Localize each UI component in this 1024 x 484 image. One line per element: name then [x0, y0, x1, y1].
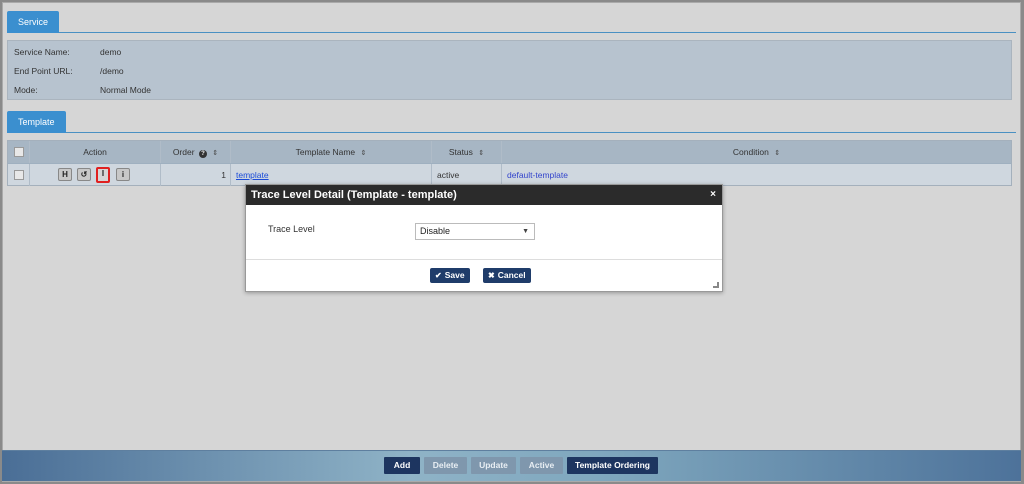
endpoint-url-value: /demo: [100, 66, 124, 76]
header-condition-label: Condition: [732, 147, 769, 157]
row-condition-cell: default-template: [502, 164, 1011, 186]
grid-header-row: Action Order ? ⇕ Template Name ⇕ Status …: [8, 141, 1011, 163]
tab-template[interactable]: Template: [7, 111, 66, 133]
header-order[interactable]: Order ? ⇕: [161, 141, 231, 163]
template-ordering-button[interactable]: Template Ordering: [567, 457, 658, 474]
row-status-value: active: [437, 170, 460, 180]
add-button[interactable]: Add: [384, 457, 420, 474]
header-action: Action: [30, 141, 161, 163]
app-frame: Service Service Name: demo End Point URL…: [2, 2, 1021, 482]
sort-icon: ⇕: [360, 150, 367, 157]
endpoint-url-label: End Point URL:: [14, 66, 73, 76]
trace-level-label: Trace Level: [268, 224, 315, 234]
row-checkbox[interactable]: [14, 170, 24, 180]
sort-icon: ⇕: [478, 150, 485, 157]
trace-level-select[interactable]: Disable ▼: [415, 223, 535, 240]
save-label: Save: [444, 270, 465, 280]
dialog-title: Trace Level Detail (Template - template): [251, 189, 457, 201]
trace-level-selected-value: Disable: [420, 226, 451, 236]
active-button[interactable]: Active: [520, 457, 563, 474]
cancel-label: Cancel: [497, 270, 526, 280]
dialog-divider: [246, 259, 722, 260]
sort-icon: ⇕: [212, 150, 219, 157]
sort-icon: ⇕: [774, 150, 781, 157]
service-name-label: Service Name:: [14, 47, 70, 57]
tab-service[interactable]: Service: [7, 11, 60, 33]
delete-button[interactable]: Delete: [424, 457, 467, 474]
footer-toolbar: Add Delete Update Active Template Orderi…: [2, 450, 1021, 481]
table-row[interactable]: H ↺ I i 1 template active default-templa…: [8, 163, 1011, 186]
header-status-label: Status: [448, 147, 473, 157]
template-name-link[interactable]: template: [236, 170, 269, 180]
header-select-cell: [8, 141, 30, 163]
row-select-cell: [8, 164, 30, 186]
row-order-cell: 1: [161, 164, 231, 186]
template-grid: Action Order ? ⇕ Template Name ⇕ Status …: [7, 140, 1012, 186]
template-tabbar: Template: [7, 111, 1016, 133]
header-template-name[interactable]: Template Name ⇕: [231, 141, 432, 163]
cancel-button[interactable]: ✖ Cancel: [483, 268, 531, 283]
mode-label: Mode:: [14, 85, 38, 95]
header-order-label: Order: [172, 147, 195, 157]
trace-action-button[interactable]: I: [96, 167, 110, 183]
header-template-name-label: Template Name: [295, 147, 356, 157]
update-button[interactable]: Update: [471, 457, 516, 474]
header-action-label: Action: [83, 147, 107, 157]
mode-value: Normal Mode: [100, 85, 152, 95]
trace-level-dialog: Trace Level Detail (Template - template)…: [245, 184, 723, 292]
header-condition[interactable]: Condition ⇕: [502, 141, 1011, 163]
check-icon: ✔: [435, 271, 442, 280]
row-order-value: 1: [221, 170, 226, 180]
row-action-cell: H ↺ I i: [30, 164, 161, 186]
service-tabbar: Service: [7, 11, 1016, 33]
select-all-checkbox[interactable]: [14, 147, 24, 157]
service-name-value: demo: [100, 47, 122, 57]
dialog-header: Trace Level Detail (Template - template)…: [246, 185, 722, 205]
h-action-button[interactable]: H: [58, 168, 72, 181]
help-icon[interactable]: ?: [198, 150, 207, 158]
x-icon: ✖: [488, 271, 495, 280]
resize-handle-icon[interactable]: [713, 282, 719, 288]
service-info-panel: Service Name: demo End Point URL: /demo …: [7, 40, 1012, 100]
undo-action-button[interactable]: ↺: [77, 168, 91, 181]
close-icon[interactable]: ×: [710, 185, 716, 205]
info-action-button[interactable]: i: [116, 168, 130, 181]
header-status[interactable]: Status ⇕: [432, 141, 502, 163]
row-status-cell: active: [432, 164, 502, 186]
save-button[interactable]: ✔ Save: [430, 268, 470, 283]
condition-link[interactable]: default-template: [507, 170, 568, 180]
row-template-name-cell: template: [231, 164, 432, 186]
chevron-down-icon: ▼: [522, 228, 529, 235]
